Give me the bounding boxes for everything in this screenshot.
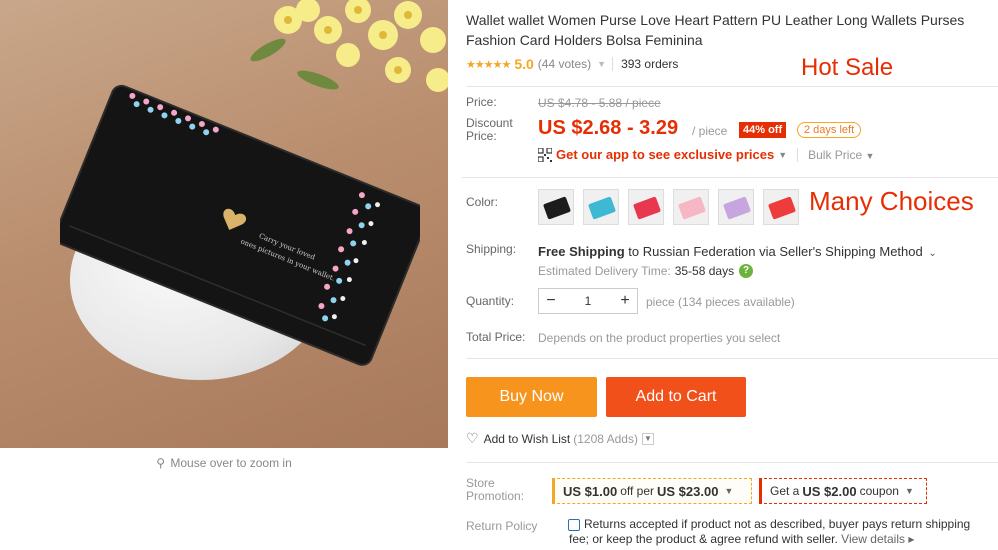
- help-icon[interactable]: ?: [739, 264, 754, 278]
- return-policy-label: Return Policy: [466, 519, 538, 533]
- rating-row: ★★★★★ 5.0 (44 votes) ▼ 393 orders: [466, 54, 678, 74]
- divider: [466, 86, 998, 87]
- divider: [466, 358, 998, 359]
- rating-score: 5.0: [514, 56, 534, 72]
- add-to-cart-button[interactable]: Add to Cart: [606, 377, 746, 417]
- shipping-label: Shipping:: [466, 242, 517, 256]
- wishlist-label[interactable]: Add to Wish List: [484, 432, 571, 446]
- return-policy-text: Returns accepted if product not as descr…: [569, 517, 989, 547]
- price-label: Price:: [466, 95, 497, 109]
- add-to-wishlist[interactable]: ♡ Add to Wish List (1208 Adds) ▼: [466, 430, 654, 447]
- product-info: Wallet wallet Women Purse Love Heart Pat…: [462, 0, 998, 550]
- coupon-threshold: US $23.00: [657, 483, 719, 499]
- color-swatch-sky-blue[interactable]: [583, 189, 619, 225]
- chevron-down-icon[interactable]: ⌄: [928, 248, 936, 259]
- per-piece-unit: / piece: [692, 124, 728, 138]
- color-swatches: [538, 189, 808, 225]
- shipping-method-selector[interactable]: Free Shipping to Russian Federation via …: [538, 244, 937, 259]
- bulk-price-link[interactable]: Bulk Price ▼: [797, 147, 874, 162]
- days-left-badge: 2 days left: [797, 122, 862, 138]
- get-coupon-button[interactable]: Get a US $2.00 coupon ▼: [759, 478, 927, 504]
- original-price: US $4.78 - 5.88 / piece: [538, 96, 661, 110]
- color-swatch-red[interactable]: [628, 189, 664, 225]
- buy-now-button[interactable]: Buy Now: [466, 377, 597, 417]
- total-price-note: Depends on the product properties you se…: [538, 331, 781, 345]
- store-promotion-label-2: Promotion:: [466, 489, 525, 503]
- color-swatch-black[interactable]: [538, 189, 574, 225]
- chevron-down-icon[interactable]: ▼: [597, 59, 606, 69]
- coupon2-prefix: Get a: [770, 484, 800, 498]
- chevron-down-icon[interactable]: ▼: [641, 432, 654, 445]
- estimated-delivery-label: Estimated Delivery Time:: [538, 264, 671, 278]
- store-discount-coupon[interactable]: US $1.00 off per US $23.00 ▼: [552, 478, 752, 504]
- chevron-down-icon[interactable]: ▼: [905, 486, 914, 496]
- quantity-availability: piece (134 pieces available): [646, 295, 795, 309]
- zoom-hint: ⚲ Mouse over to zoom in: [0, 448, 448, 478]
- app-offer-link[interactable]: Get our app to see exclusive prices: [556, 147, 774, 162]
- estimated-delivery: Estimated Delivery Time: 35-58 days ?: [538, 264, 754, 278]
- color-swatch-watermelon[interactable]: [763, 189, 799, 225]
- quantity-label: Quantity:: [466, 294, 515, 308]
- rating-stars-icon: ★★★★★: [466, 58, 511, 71]
- coupon2-amount: US $2.00: [802, 483, 857, 499]
- shipping-to: to: [628, 244, 640, 259]
- magnifier-icon: ⚲: [156, 456, 166, 470]
- shipping-destination: Russian Federation via Seller's Shipping…: [642, 244, 923, 259]
- coupon2-suffix: coupon: [859, 484, 899, 498]
- product-title: Wallet wallet Women Purse Love Heart Pat…: [466, 12, 965, 48]
- divider: [466, 462, 998, 463]
- discount-price: US $2.68 - 3.29: [538, 117, 679, 139]
- chevron-down-icon[interactable]: ▼: [778, 150, 787, 160]
- chevron-down-icon[interactable]: ▼: [724, 486, 733, 496]
- quantity-input[interactable]: 1: [563, 294, 613, 308]
- quantity-decrease-button[interactable]: −: [539, 292, 563, 310]
- discount-label-2: Price:: [466, 129, 497, 143]
- color-swatch-pink[interactable]: [673, 189, 709, 225]
- quantity-increase-button[interactable]: +: [613, 292, 637, 310]
- rating-votes-link[interactable]: (44 votes): [538, 57, 591, 71]
- zoom-hint-text: Mouse over to zoom in: [170, 456, 292, 470]
- color-label: Color:: [466, 195, 499, 209]
- wishlist-count: (1208 Adds): [573, 431, 638, 446]
- orders-count: 393 orders: [612, 57, 678, 71]
- discount-badge: 44% off: [739, 122, 787, 138]
- color-swatch-purple[interactable]: [718, 189, 754, 225]
- divider: [462, 177, 998, 178]
- store-promotion-label: Store Promotion:: [466, 477, 524, 503]
- total-price-label: Total Price:: [466, 330, 526, 344]
- many-choices-overlay: Many Choices: [809, 186, 974, 216]
- wallet-product: Carry your loved ones pictures in your w…: [60, 84, 420, 366]
- view-details-link[interactable]: View details ▸: [841, 532, 914, 546]
- hot-sale-overlay: Hot Sale: [801, 54, 894, 81]
- coupon-amount: US $1.00: [563, 483, 618, 499]
- quantity-stepper: − 1 +: [538, 288, 638, 314]
- free-shipping-text: Free Shipping: [538, 244, 625, 259]
- coupon-mid: off per: [620, 484, 655, 498]
- estimated-delivery-value: 35-58 days: [674, 264, 735, 278]
- app-offer-row: Get our app to see exclusive prices ▼ Bu…: [538, 147, 874, 162]
- heart-plus-icon[interactable]: ♡: [466, 430, 479, 447]
- product-main-image[interactable]: Carry your loved ones pictures in your w…: [0, 0, 448, 448]
- qr-code-icon: [538, 147, 552, 162]
